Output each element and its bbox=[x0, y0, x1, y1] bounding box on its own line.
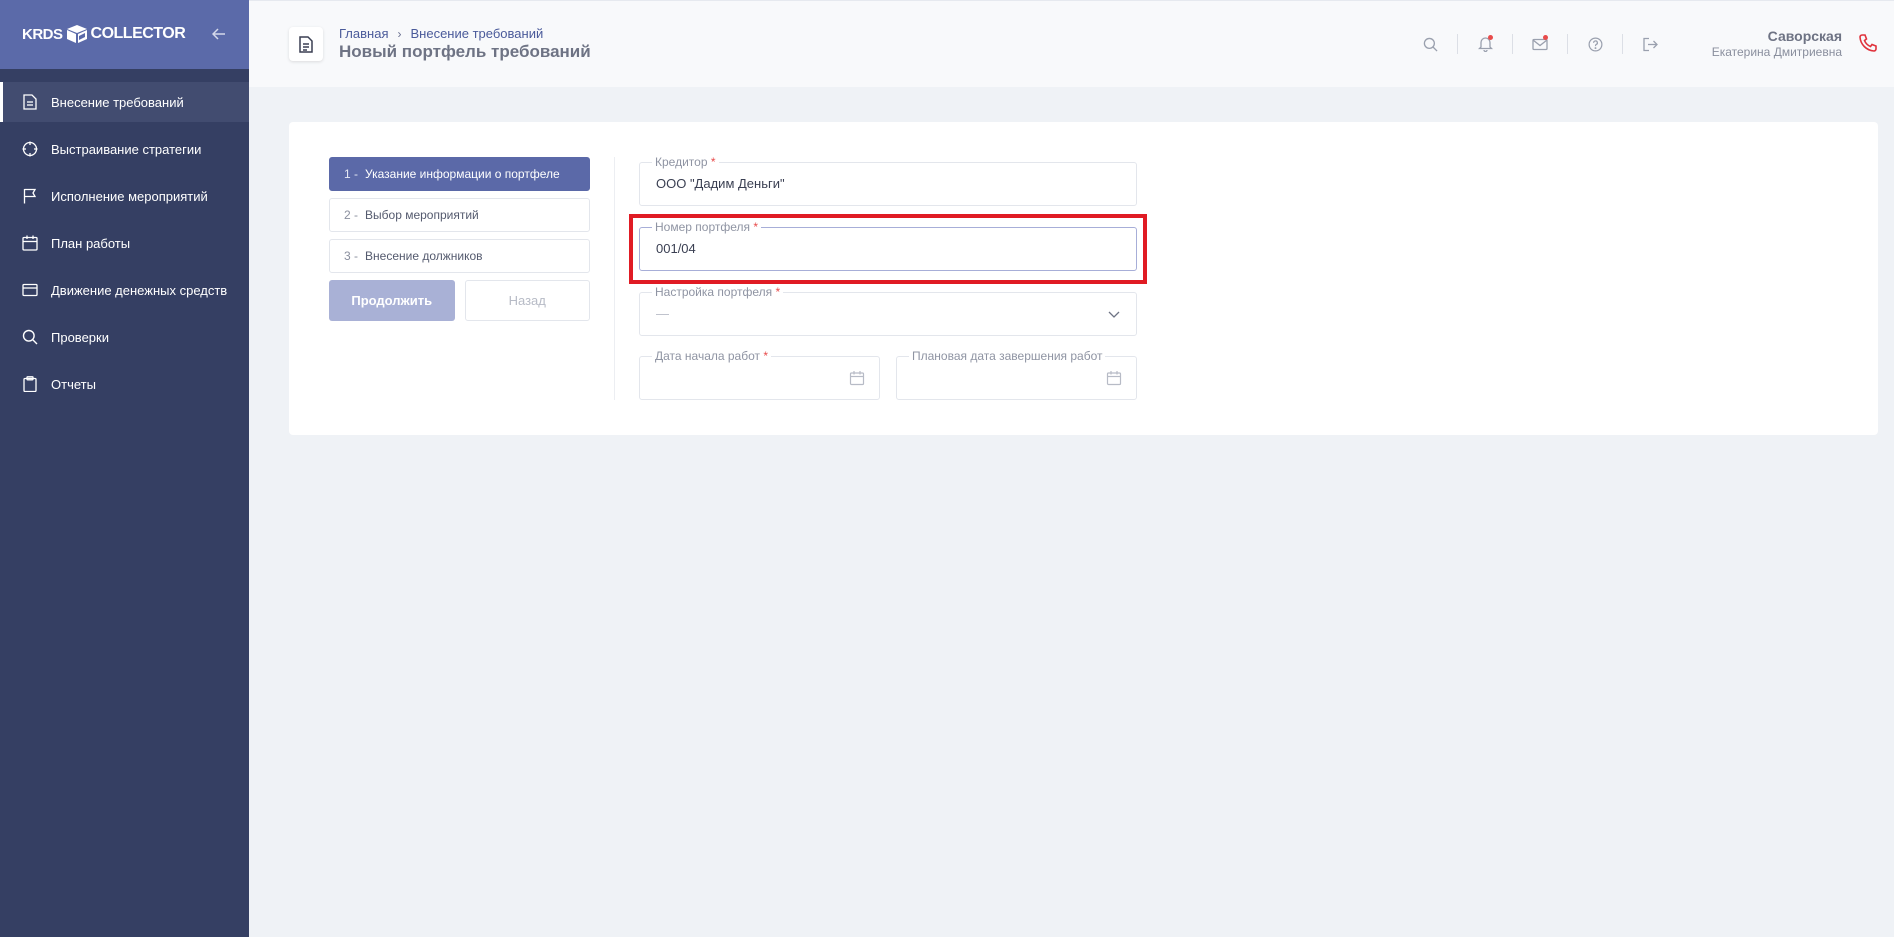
phone-icon[interactable] bbox=[1858, 33, 1878, 53]
search-button[interactable] bbox=[1421, 35, 1439, 53]
breadcrumb-separator-icon: › bbox=[397, 26, 402, 41]
creditor-label: Кредитор * bbox=[652, 155, 719, 169]
page-icon bbox=[289, 27, 323, 61]
header: Главная › Внесение требований Новый порт… bbox=[249, 0, 1894, 87]
portfolio-settings-select[interactable]: Настройка портфеля * — bbox=[639, 285, 1137, 336]
portfolio-settings-value: — bbox=[656, 306, 669, 321]
breadcrumb-current-link[interactable]: Внесение требований bbox=[410, 26, 543, 41]
step-add-debtors[interactable]: 3 - Внесение должников bbox=[329, 239, 590, 273]
continue-button[interactable]: Продолжить bbox=[329, 280, 455, 321]
search-icon bbox=[1423, 37, 1438, 52]
step-label: Выбор мероприятий bbox=[365, 208, 479, 222]
divider bbox=[1512, 34, 1513, 54]
document-icon bbox=[22, 94, 38, 110]
sidebar-item-cash-flow[interactable]: Движение денежных средств bbox=[0, 270, 249, 310]
logo-bar: KRDS COLLECTOR bbox=[0, 0, 249, 69]
calendar-icon[interactable] bbox=[849, 370, 865, 386]
wizard-steps: 1 - Указание информации о портфеле 2 - В… bbox=[329, 157, 590, 321]
arrow-left-icon bbox=[212, 28, 225, 40]
step-label: Указание информации о портфеле bbox=[365, 167, 560, 181]
planned-end-date-field[interactable]: Плановая дата завершения работ bbox=[896, 349, 1137, 400]
calendar-icon[interactable] bbox=[1106, 370, 1122, 386]
calendar-icon bbox=[22, 235, 38, 251]
divider bbox=[614, 157, 615, 400]
sidebar-item-work-plan[interactable]: План работы bbox=[0, 223, 249, 263]
help-button[interactable] bbox=[1586, 35, 1604, 53]
sidebar-item-execution[interactable]: Исполнение мероприятий bbox=[0, 176, 249, 216]
back-button[interactable]: Назад bbox=[464, 280, 590, 321]
creditor-value: ООО "Дадим Деньги" bbox=[656, 176, 785, 191]
chevron-down-icon bbox=[1108, 311, 1120, 318]
page-title: Новый портфель требований bbox=[339, 42, 591, 61]
portfolio-form-card: 1 - Указание информации о портфеле 2 - В… bbox=[289, 122, 1878, 435]
start-date-label: Дата начала работ * bbox=[652, 349, 772, 363]
portfolio-number-input[interactable]: Номер портфеля * 001/04 bbox=[639, 220, 1137, 271]
logout-button[interactable] bbox=[1641, 35, 1659, 53]
help-icon bbox=[1588, 37, 1602, 51]
sidebar-item-reports[interactable]: Отчеты bbox=[0, 364, 249, 404]
breadcrumb-home-link[interactable]: Главная bbox=[339, 26, 388, 41]
logout-icon bbox=[1643, 37, 1658, 51]
sidebar-item-label: Исполнение мероприятий bbox=[51, 188, 208, 204]
creditor-field[interactable]: Кредитор * ООО "Дадим Деньги" bbox=[639, 155, 1137, 206]
step-portfolio-info[interactable]: 1 - Указание информации о портфеле bbox=[329, 157, 590, 191]
message-dot bbox=[1543, 35, 1548, 40]
sidebar-nav: Внесение требований Выстраивание стратег… bbox=[0, 82, 249, 411]
portfolio-number-label: Номер портфеля * bbox=[652, 220, 762, 234]
sidebar: KRDS COLLECTOR Внесение требований Выстр… bbox=[0, 0, 249, 937]
flag-icon bbox=[22, 188, 38, 204]
user-info[interactable]: Саворская Екатерина Дмитриевна bbox=[1712, 28, 1842, 59]
sidebar-item-label: План работы bbox=[51, 235, 131, 251]
logo-text-left: KRDS bbox=[22, 25, 63, 43]
notification-dot bbox=[1488, 35, 1493, 40]
credit-card-icon bbox=[22, 282, 38, 298]
sidebar-item-label: Отчеты bbox=[51, 376, 96, 392]
sidebar-item-label: Проверки bbox=[51, 329, 109, 345]
user-last-name: Саворская bbox=[1767, 28, 1842, 44]
user-first-name: Екатерина Дмитриевна bbox=[1711, 45, 1842, 59]
notifications-button[interactable] bbox=[1476, 35, 1494, 53]
sidebar-item-claims-entry[interactable]: Внесение требований bbox=[0, 82, 249, 122]
crosshair-icon bbox=[22, 141, 38, 157]
divider bbox=[1567, 34, 1568, 54]
divider bbox=[1457, 34, 1458, 54]
logo-cube-icon bbox=[66, 25, 87, 43]
sidebar-item-label: Внесение требований bbox=[51, 94, 184, 110]
start-date-field[interactable]: Дата начала работ * bbox=[639, 349, 880, 400]
search-icon bbox=[22, 329, 38, 345]
header-toolbar bbox=[1421, 34, 1659, 54]
sidebar-item-label: Выстраивание стратегии bbox=[51, 141, 202, 157]
wizard-buttons: Продолжить Назад bbox=[329, 280, 590, 321]
planned-end-date-label: Плановая дата завершения работ bbox=[909, 349, 1106, 363]
portfolio-number-value: 001/04 bbox=[656, 241, 696, 256]
step-number: 3 - bbox=[344, 249, 359, 263]
document-icon bbox=[299, 35, 313, 53]
sidebar-item-strategy[interactable]: Выстраивание стратегии bbox=[0, 129, 249, 169]
step-number: 2 - bbox=[344, 208, 359, 222]
collapse-sidebar-button[interactable] bbox=[209, 24, 229, 44]
sidebar-item-label: Движение денежных средств bbox=[51, 282, 228, 298]
step-label: Внесение должников bbox=[365, 249, 483, 263]
messages-button[interactable] bbox=[1531, 35, 1549, 53]
clipboard-icon bbox=[22, 376, 38, 392]
breadcrumb: Главная › Внесение требований bbox=[339, 26, 543, 41]
sidebar-item-checks[interactable]: Проверки bbox=[0, 317, 249, 357]
step-number: 1 - bbox=[344, 167, 359, 181]
step-select-activities[interactable]: 2 - Выбор мероприятий bbox=[329, 198, 590, 232]
divider bbox=[1622, 34, 1623, 54]
logo-text-right: COLLECTOR bbox=[90, 25, 186, 42]
logo[interactable]: KRDS COLLECTOR bbox=[22, 22, 186, 46]
portfolio-settings-label: Настройка портфеля * bbox=[652, 285, 784, 299]
